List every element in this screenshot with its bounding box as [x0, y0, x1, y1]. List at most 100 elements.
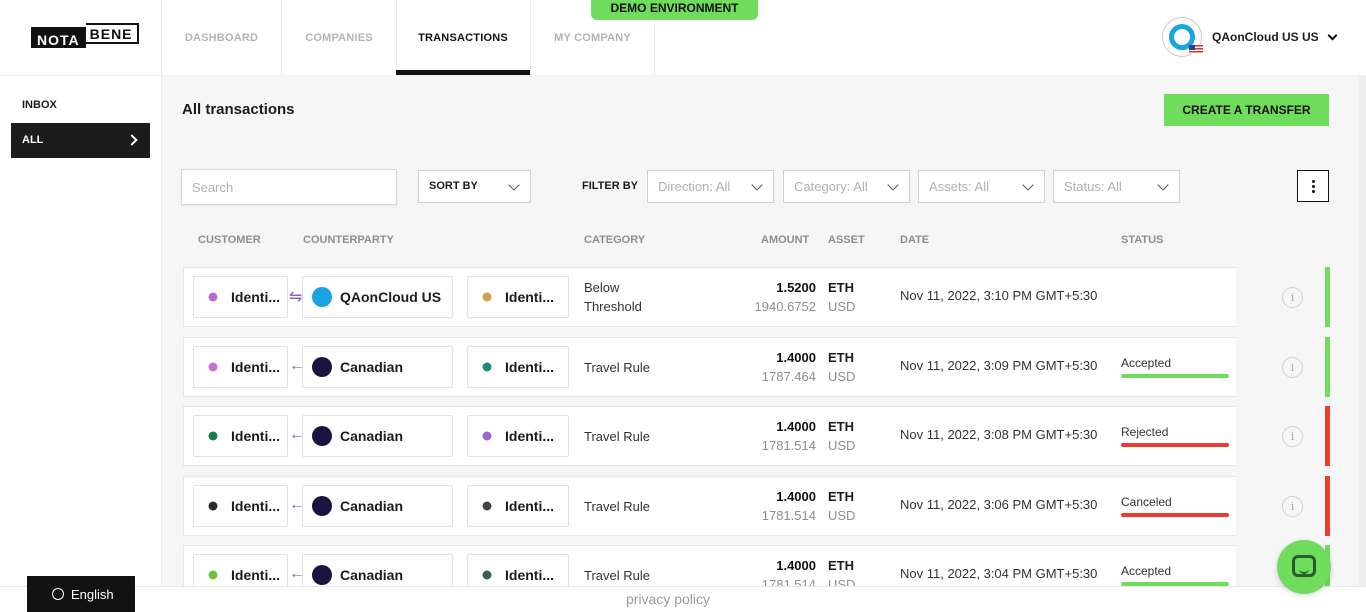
- fiat-currency: USD: [828, 438, 856, 453]
- chevron-down-icon: [508, 179, 520, 191]
- category-cell: Below Threshold: [584, 280, 642, 314]
- tab-companies[interactable]: COMPANIES: [282, 0, 396, 75]
- originator-chip[interactable]: Identi...: [467, 415, 569, 457]
- create-transfer-button[interactable]: CREATE A TRANSFER: [1164, 94, 1329, 126]
- originator-avatar-icon: [477, 426, 497, 446]
- counterparty-name: Canadian: [340, 359, 404, 375]
- asset-cell: ETH USD: [828, 278, 855, 316]
- chat-bubble-icon[interactable]: [1277, 540, 1331, 594]
- counterparty-chip[interactable]: QAonCloud US: [302, 276, 453, 318]
- amount-crypto: 1.4000: [776, 419, 816, 434]
- tab-transactions[interactable]: TRANSACTIONS: [396, 0, 530, 75]
- customer-chip[interactable]: Identi...: [193, 415, 288, 457]
- sort-by-dropdown[interactable]: SORT BY: [418, 170, 531, 203]
- counterparty-chip[interactable]: Canadian: [302, 485, 453, 527]
- counterparty-avatar-icon: [312, 496, 332, 516]
- originator-name: Identi...: [505, 289, 554, 305]
- page-title: All transactions: [182, 101, 295, 118]
- amount-fiat: 1781.514: [761, 438, 816, 453]
- counterparty-name: Canadian: [340, 428, 404, 444]
- info-icon[interactable]: i: [1282, 287, 1303, 308]
- filter-label: Category: All: [794, 179, 868, 194]
- originator-name: Identi...: [505, 359, 554, 375]
- table-row[interactable]: Identi... ⇋ QAonCloud US Identi... Below…: [183, 267, 1330, 327]
- column-header-customer[interactable]: CUSTOMER: [198, 234, 261, 246]
- direction-arrow-icon: ⇋: [289, 289, 303, 306]
- table-row[interactable]: Identi... ← Canadian Identi... Travel Ru…: [183, 406, 1330, 466]
- customer-avatar-icon: [203, 357, 223, 377]
- customer-avatar-icon: [203, 426, 223, 446]
- logo-bene: BENE: [85, 23, 139, 44]
- asset-cell: ETH USD: [828, 487, 855, 525]
- info-icon[interactable]: i: [1282, 357, 1303, 378]
- customer-chip[interactable]: Identi...: [193, 485, 288, 527]
- assets-filter[interactable]: Assets: All: [918, 170, 1045, 203]
- customer-name: Identi...: [231, 428, 280, 444]
- category-filter[interactable]: Category: All: [783, 170, 910, 203]
- status-badge: Rejected: [1121, 425, 1169, 439]
- asset-symbol: ETH: [828, 558, 854, 573]
- column-header-status[interactable]: STATUS: [1121, 234, 1163, 246]
- user-menu[interactable]: QAonCloud US US: [1162, 17, 1338, 57]
- notabene-logo[interactable]: NOTA BENE: [31, 23, 139, 48]
- sidebar: INBOX ALL: [0, 75, 162, 612]
- status-indicator-line: [1121, 513, 1229, 517]
- asset-symbol: ETH: [828, 350, 854, 365]
- customer-name: Identi...: [231, 289, 280, 305]
- status-color-bar: [1325, 267, 1330, 327]
- fiat-currency: USD: [828, 369, 856, 384]
- sidebar-item-all[interactable]: ALL: [11, 123, 150, 158]
- column-header-asset[interactable]: ASSET: [828, 234, 865, 246]
- amount-fiat: 1787.464: [761, 369, 816, 384]
- originator-name: Identi...: [505, 567, 554, 583]
- status-color-bar: [1325, 406, 1330, 466]
- originator-chip[interactable]: Identi...: [467, 485, 569, 527]
- originator-avatar-icon: [477, 496, 497, 516]
- tab-dashboard[interactable]: DASHBOARD: [162, 0, 281, 75]
- originator-name: Identi...: [505, 428, 554, 444]
- counterparty-name: Canadian: [340, 567, 404, 583]
- info-icon[interactable]: i: [1282, 426, 1303, 447]
- privacy-policy-link[interactable]: privacy policy: [626, 591, 710, 607]
- language-selector[interactable]: English: [27, 576, 135, 612]
- originator-chip[interactable]: Identi...: [467, 346, 569, 388]
- column-header-counterparty[interactable]: COUNTERPARTY: [303, 234, 394, 246]
- amount-crypto: 1.4000: [776, 350, 816, 365]
- counterparty-avatar-icon: [312, 426, 332, 446]
- table-row[interactable]: Identi... ← Canadian Identi... Travel Ru…: [183, 337, 1330, 397]
- originator-avatar-icon: [477, 357, 497, 377]
- date-cell: Nov 11, 2022, 3:09 PM GMT+5:30: [900, 358, 1098, 373]
- customer-chip[interactable]: Identi...: [193, 346, 288, 388]
- globe-icon: [52, 588, 64, 600]
- status-cell: Accepted: [1121, 356, 1229, 378]
- customer-chip[interactable]: Identi...: [193, 276, 288, 318]
- counterparty-chip[interactable]: Canadian: [302, 415, 453, 457]
- date-cell: Nov 11, 2022, 3:08 PM GMT+5:30: [900, 427, 1098, 442]
- filter-label: Direction: All: [658, 179, 731, 194]
- customer-avatar-icon: [203, 287, 223, 307]
- column-header-amount[interactable]: AMOUNT: [761, 234, 809, 246]
- search-input[interactable]: [181, 169, 397, 205]
- date-cell: Nov 11, 2022, 3:06 PM GMT+5:30: [900, 497, 1098, 512]
- amount-crypto: 1.4000: [776, 558, 816, 573]
- amount-fiat: 1940.6752: [754, 299, 816, 314]
- more-options-icon[interactable]: [1297, 170, 1329, 202]
- status-color-bar: [1325, 337, 1330, 397]
- info-icon[interactable]: i: [1282, 496, 1303, 517]
- us-flag-icon: [1189, 45, 1203, 54]
- originator-chip[interactable]: Identi...: [467, 276, 569, 318]
- column-header-date[interactable]: DATE: [900, 234, 929, 246]
- page-scrollbar[interactable]: [1359, 75, 1366, 612]
- tab-label: MY COMPANY: [554, 31, 631, 44]
- table-row[interactable]: Identi... ← Canadian Identi... Travel Ru…: [183, 476, 1330, 536]
- status-filter[interactable]: Status: All: [1053, 170, 1180, 203]
- category-cell: Travel Rule: [584, 499, 650, 514]
- counterparty-chip[interactable]: Canadian: [302, 346, 453, 388]
- chevron-down-icon: [1157, 179, 1169, 191]
- date-cell: Nov 11, 2022, 3:10 PM GMT+5:30: [900, 288, 1098, 303]
- column-header-category[interactable]: CATEGORY: [584, 234, 645, 246]
- direction-filter[interactable]: Direction: All: [647, 170, 774, 203]
- sidebar-item-inbox[interactable]: INBOX: [22, 99, 57, 111]
- customer-name: Identi...: [231, 567, 280, 583]
- asset-symbol: ETH: [828, 280, 854, 295]
